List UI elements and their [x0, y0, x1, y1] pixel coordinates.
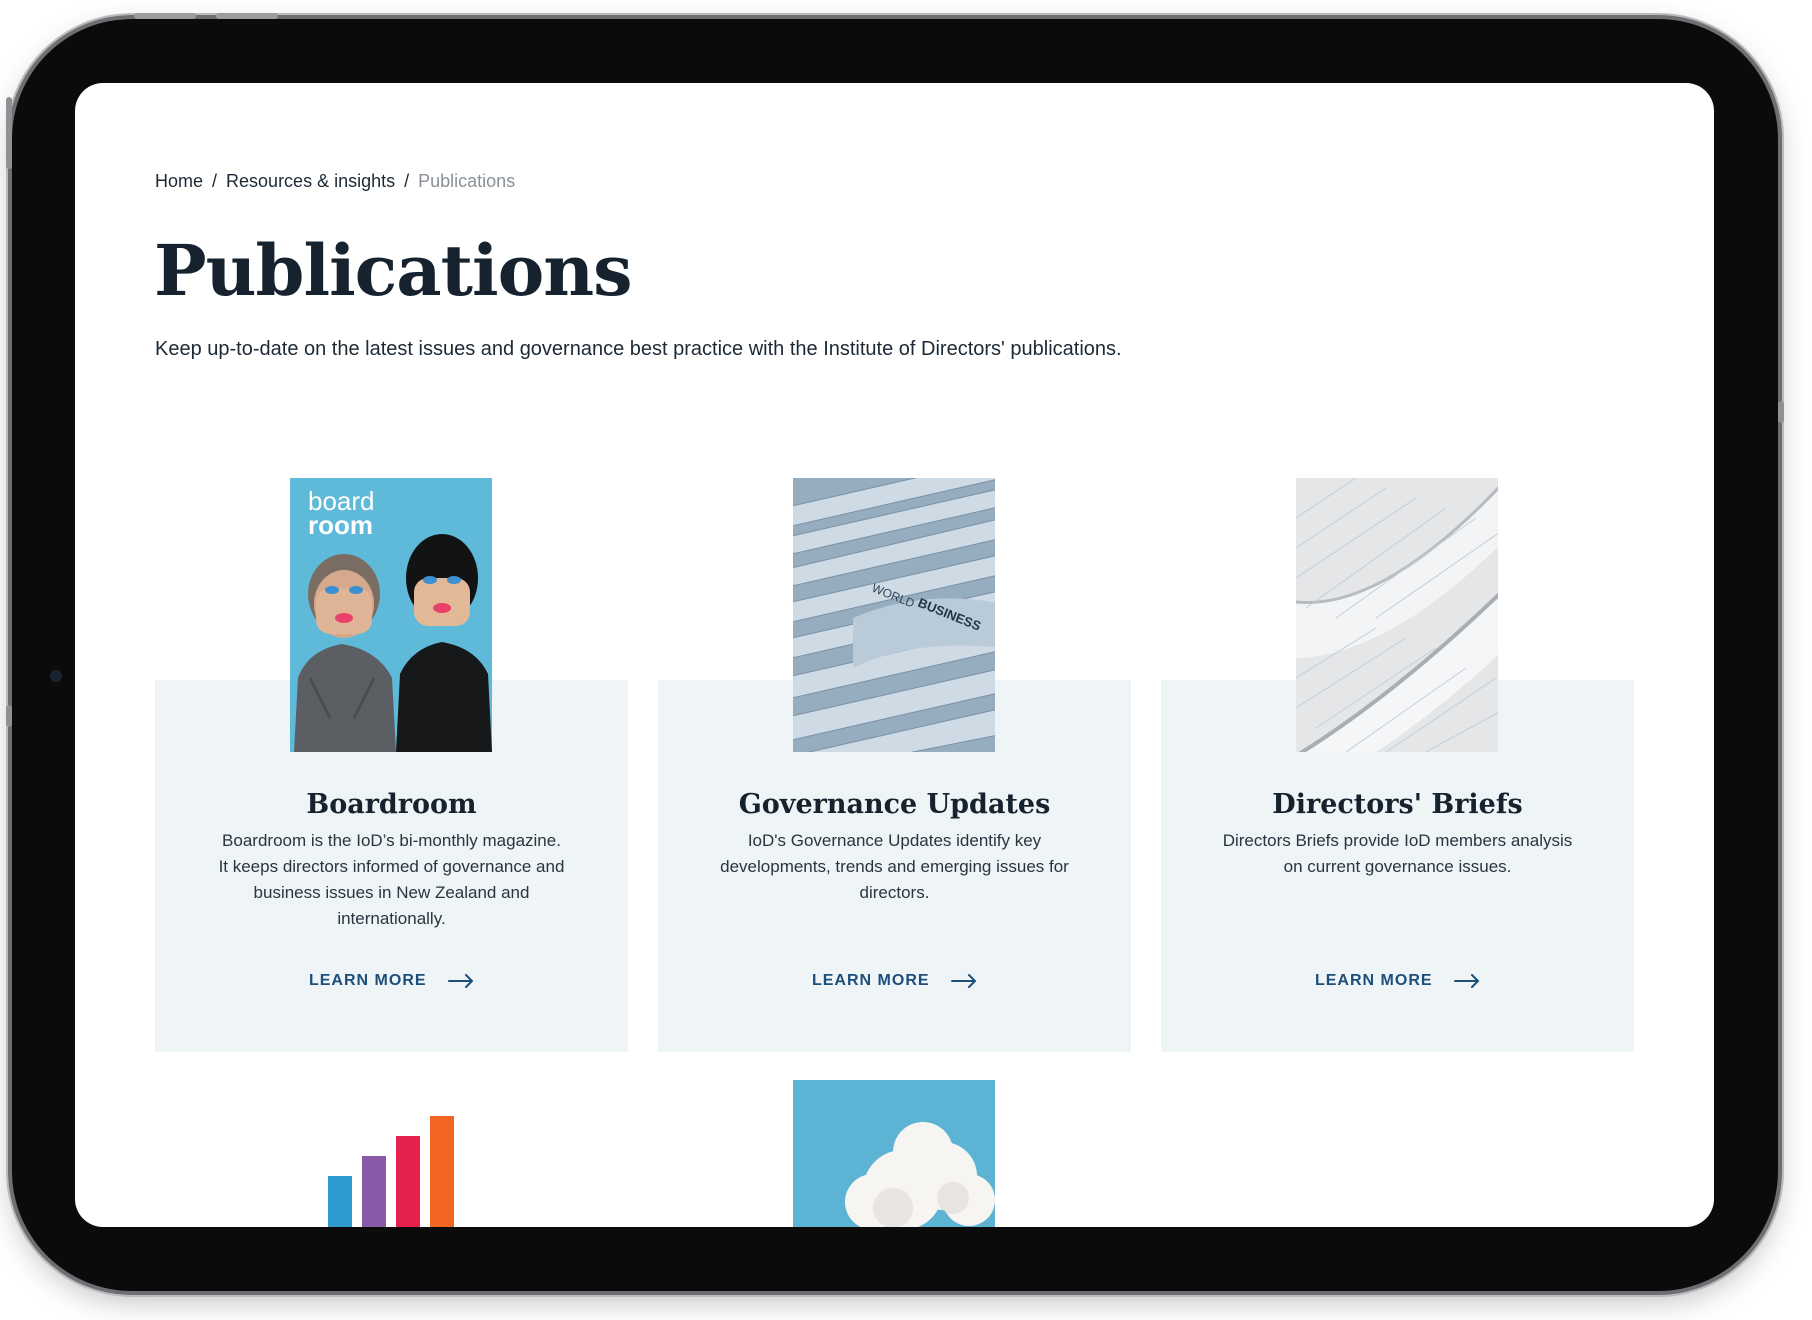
card-title: Governance Updates — [738, 789, 1051, 820]
tablet-top-button-2 — [216, 13, 278, 19]
cover-title-room: room — [308, 510, 373, 540]
newspapers-photo[interactable]: WORLD BUSINESS — [793, 478, 995, 752]
card-description: Boardroom is the IoD’s bi-monthly magazi… — [218, 831, 565, 928]
browser-screen: Home / Resources & insights / Publications P… — [75, 83, 1714, 1227]
breadcrumb-resources[interactable]: Resources & insights — [226, 171, 395, 192]
arrow-right-icon — [1454, 974, 1479, 988]
arrow-right-icon — [951, 974, 976, 988]
learn-more-label: LEARN MORE — [308, 972, 427, 989]
learn-more-link[interactable]: LEARN MORE — [155, 972, 628, 990]
learn-more-link[interactable]: LEARN MORE — [658, 972, 1131, 990]
bar-chart-graphic[interactable] — [290, 1080, 492, 1227]
breadcrumb-separator: / — [404, 171, 410, 191]
camera-icon — [50, 670, 62, 682]
learn-more-label: LEARN MORE — [1314, 972, 1433, 989]
arrow-right-icon — [448, 974, 473, 988]
breadcrumb: Home / Resources & insights / Publications — [155, 171, 515, 192]
card-title: Boardroom — [306, 789, 477, 820]
card-description: IoD's Governance Updates identify key de… — [720, 831, 1069, 902]
cloud-on-blue-photo[interactable] — [793, 1080, 995, 1227]
breadcrumb-home[interactable]: Home — [155, 171, 203, 192]
card-description: Directors Briefs provide IoD members ana… — [1222, 831, 1573, 876]
tablet-right-button — [1778, 401, 1784, 423]
card-title: Directors' Briefs — [1272, 789, 1523, 820]
tablet-side-button-2 — [6, 705, 12, 727]
tablet-side-button — [6, 97, 12, 169]
page-title: Publications — [154, 229, 633, 312]
boardroom-magazine-cover[interactable]: board room — [290, 478, 492, 752]
white-feathers-photo[interactable] — [1296, 478, 1498, 752]
tablet-top-button — [134, 13, 196, 19]
learn-more-link[interactable]: LEARN MORE — [1161, 972, 1634, 990]
breadcrumb-current: Publications — [418, 171, 516, 191]
breadcrumb-separator: / — [212, 171, 218, 191]
learn-more-label: LEARN MORE — [811, 972, 930, 989]
page-intro: Keep up-to-date on the latest issues and… — [155, 338, 1122, 360]
